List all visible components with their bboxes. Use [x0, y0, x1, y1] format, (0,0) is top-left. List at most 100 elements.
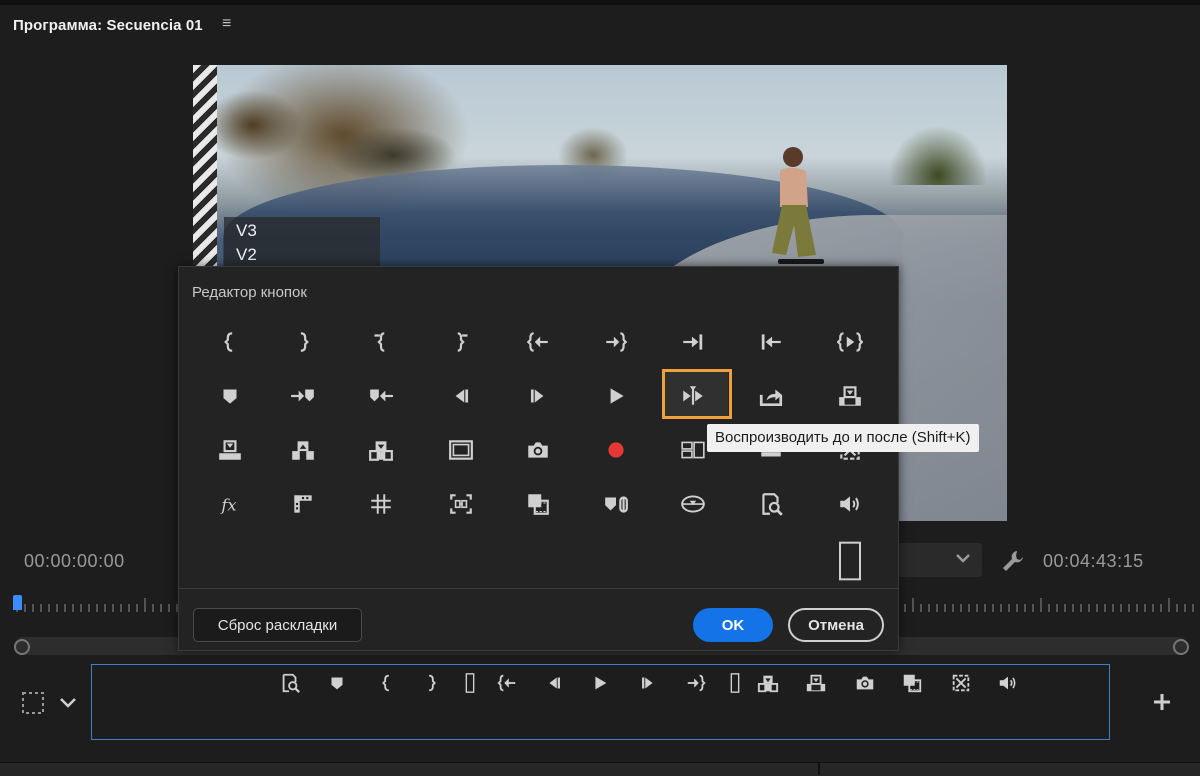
go-to-out-icon[interactable] [586, 322, 646, 362]
loop-icon[interactable] [741, 484, 801, 524]
insert-icon[interactable] [351, 430, 411, 470]
go-to-out-icon-glyph [687, 674, 706, 692]
overwrite-icon-glyph [839, 386, 861, 406]
mark-in-icon[interactable] [374, 670, 400, 696]
tooltip: Воспроизводить до и после (Shift+K) [707, 424, 979, 452]
top-border [0, 0, 1200, 5]
grid-icon[interactable] [351, 484, 411, 524]
play-icon[interactable] [586, 376, 646, 416]
multi-camera-icon-glyph [681, 441, 705, 459]
frame-icon[interactable] [508, 484, 568, 524]
add-marker-icon[interactable] [200, 376, 260, 416]
frame-icon-glyph [903, 674, 922, 693]
step-back-icon[interactable] [431, 376, 491, 416]
go-to-in-icon-glyph [497, 674, 516, 692]
mark-out-icon[interactable] [418, 670, 444, 696]
play-in-to-out-icon[interactable] [820, 322, 880, 362]
spacer-icon[interactable] [820, 541, 880, 581]
cancel-button[interactable]: Отмена [788, 608, 884, 642]
fx-icon-glyph: fx [220, 496, 236, 515]
play-around-icon[interactable] [662, 369, 732, 419]
frame-icon-glyph [528, 494, 549, 515]
camera-icon[interactable] [852, 670, 878, 696]
mark-in-icon[interactable] [200, 322, 260, 362]
insert-icon[interactable] [755, 670, 781, 696]
mark-out-icon-glyph [300, 332, 309, 352]
chevron-down-icon[interactable] [56, 690, 80, 714]
spacer-icon[interactable] [722, 670, 748, 696]
safe-margins-icon-glyph [449, 440, 473, 460]
overwrite-icon[interactable] [803, 670, 829, 696]
volume-icon-glyph [840, 496, 859, 512]
overwrite-icon-glyph [806, 674, 826, 692]
step-forward-icon[interactable] [508, 376, 568, 416]
camera-icon-glyph [856, 676, 874, 690]
go-to-previous-marker-icon[interactable] [351, 376, 411, 416]
volume-icon[interactable] [820, 484, 880, 524]
record-icon[interactable] [586, 430, 646, 470]
clear-in-icon[interactable] [351, 322, 411, 362]
lift-icon[interactable] [200, 430, 260, 470]
video-skater [772, 147, 824, 264]
plus-icon[interactable] [1150, 690, 1174, 714]
step-forward-icon[interactable] [635, 670, 661, 696]
wrench-icon[interactable] [1000, 548, 1026, 574]
vr-video-icon[interactable] [663, 484, 723, 524]
volume-icon[interactable] [995, 670, 1021, 696]
extract-icon[interactable] [273, 430, 333, 470]
reset-layout-button[interactable]: Сброс раскладки [193, 608, 362, 642]
clear-out-icon[interactable] [431, 322, 491, 362]
play-icon-glyph [595, 676, 607, 690]
lift-icon-glyph [219, 440, 241, 460]
current-timecode[interactable]: 00:00:00:00 [24, 551, 125, 572]
go-to-out-icon-glyph [606, 332, 628, 352]
add-marker-icon-glyph [223, 389, 237, 404]
chevron-down-icon[interactable] [953, 548, 973, 568]
extract-icon-glyph [292, 441, 314, 460]
fit-icon[interactable] [431, 484, 491, 524]
go-to-next-marker-icon-glyph [291, 389, 314, 402]
frame-icon[interactable] [899, 670, 925, 696]
insert-icon-glyph [757, 675, 779, 693]
mark-out-icon[interactable] [273, 322, 333, 362]
go-to-in-icon[interactable] [508, 322, 568, 362]
fx-icon[interactable]: fx [200, 484, 260, 524]
camera-icon-glyph [528, 442, 548, 458]
scrollbar-left-handle[interactable] [14, 639, 30, 655]
marker-link-icon[interactable] [586, 484, 646, 524]
grid-icon-glyph [371, 494, 391, 514]
ok-button[interactable]: OK [693, 608, 773, 642]
camera-icon[interactable] [508, 430, 568, 470]
spacer-glyph [839, 541, 861, 581]
loop-icon[interactable] [277, 670, 303, 696]
export-frame-icon[interactable] [741, 376, 801, 416]
loop-icon-glyph [762, 493, 783, 516]
comparison-view-icon-glyph [294, 495, 312, 513]
selection-icon[interactable] [20, 690, 46, 716]
comparison-view-icon[interactable] [273, 484, 333, 524]
proxy-icon-glyph [952, 674, 970, 692]
vr-video-icon-glyph [681, 495, 705, 513]
insert-icon-glyph [369, 441, 393, 461]
panel-title: Программа: Secuencia 01 [13, 17, 203, 34]
go-to-in-icon[interactable] [494, 670, 520, 696]
dialog-separator [179, 588, 898, 589]
step-back-icon-glyph [455, 389, 469, 403]
hamburger-menu-icon[interactable]: ≡ [222, 15, 231, 33]
clear-out-icon-glyph [457, 332, 468, 352]
safe-margins-icon[interactable] [431, 430, 491, 470]
add-marker-icon[interactable] [324, 670, 350, 696]
scrollbar-right-handle[interactable] [1173, 639, 1189, 655]
proxy-icon[interactable] [948, 670, 974, 696]
spacer-icon[interactable] [457, 670, 483, 696]
go-to-next-edit-icon[interactable] [663, 322, 723, 362]
play-icon[interactable] [587, 670, 613, 696]
go-to-next-marker-icon[interactable] [273, 376, 333, 416]
play-around-icon-glyph [683, 386, 703, 405]
playhead[interactable] [13, 595, 22, 610]
go-to-out-icon[interactable] [683, 670, 709, 696]
step-back-icon[interactable] [541, 670, 567, 696]
go-to-previous-edit-icon[interactable] [741, 322, 801, 362]
track-label-v2: V2 [236, 245, 257, 264]
overwrite-icon[interactable] [820, 376, 880, 416]
